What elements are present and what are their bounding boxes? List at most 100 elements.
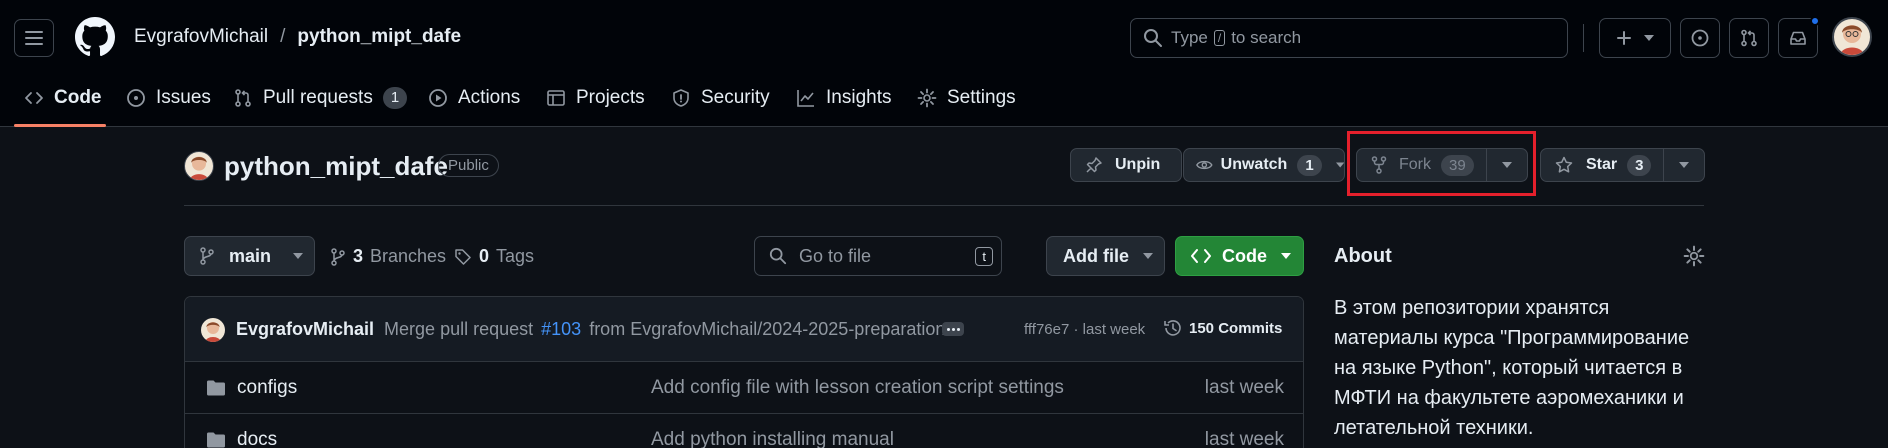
branches-count: 3 xyxy=(353,246,364,266)
tab-projects[interactable]: Projects xyxy=(546,84,645,112)
code-icon xyxy=(25,92,43,104)
commit-message-suffix[interactable]: from EvgrafovMichail/2024-2025-preparati… xyxy=(589,319,954,340)
notification-dot xyxy=(1810,16,1820,26)
breadcrumb: EvgrafovMichail / python_mipt_dafe xyxy=(134,26,461,48)
commit-expand-button[interactable] xyxy=(942,322,964,336)
tab-issues[interactable]: Issues xyxy=(126,84,211,112)
tab-projects-label: Projects xyxy=(576,87,645,108)
star-dropdown[interactable] xyxy=(1664,162,1704,168)
commit-message-prefix[interactable]: Merge pull request xyxy=(384,319,533,340)
avatar-portrait-icon xyxy=(1840,25,1864,55)
branch-selector[interactable]: main xyxy=(184,236,315,276)
add-file-label: Add file xyxy=(1063,245,1129,266)
commits-count: 150 Commits xyxy=(1189,319,1283,337)
create-new-button[interactable] xyxy=(1599,18,1671,58)
commit-message: EvgrafovMichail Merge pull request #103 … xyxy=(236,319,954,340)
git-branch-icon xyxy=(331,247,345,266)
unwatch-button[interactable]: Unwatch 1 xyxy=(1183,148,1345,182)
file-commit-message[interactable]: Add python installing manual xyxy=(651,429,894,448)
inbox-icon xyxy=(1790,31,1806,45)
breadcrumb-repo[interactable]: python_mipt_dafe xyxy=(297,26,461,48)
user-avatar[interactable] xyxy=(1832,17,1872,57)
tab-insights[interactable]: Insights xyxy=(796,84,891,112)
tab-code-underline xyxy=(14,124,106,127)
tag-icon xyxy=(455,248,471,265)
search-shortcut-key: / xyxy=(1213,30,1226,46)
tab-actions-label: Actions xyxy=(458,87,521,108)
tab-security[interactable]: Security xyxy=(671,84,770,112)
add-file-button[interactable]: Add file xyxy=(1046,236,1165,276)
commit-sha-time[interactable]: fff76e7 · last week xyxy=(1024,321,1145,338)
tab-code[interactable]: Code xyxy=(24,84,102,112)
play-icon xyxy=(429,89,447,107)
visibility-badge: Public xyxy=(438,154,499,177)
ellipsis-icon xyxy=(946,327,960,331)
commit-pr-link[interactable]: #103 xyxy=(541,319,581,340)
tab-insights-label: Insights xyxy=(826,87,892,108)
tab-security-label: Security xyxy=(701,87,770,108)
plus-icon xyxy=(1617,31,1631,45)
file-commit-message[interactable]: Add config file with lesson creation scr… xyxy=(651,377,1064,399)
go-to-file-input[interactable]: Go to file t xyxy=(754,236,1002,276)
star-icon xyxy=(1555,156,1573,173)
commit-author[interactable]: EvgrafovMichail xyxy=(236,319,374,340)
about-settings-button[interactable] xyxy=(1683,245,1705,267)
gear-icon xyxy=(917,88,937,108)
go-to-file-placeholder: Go to file xyxy=(799,245,872,266)
file-row[interactable]: docs Add python installing manual last w… xyxy=(184,413,1304,448)
history-icon xyxy=(1164,320,1181,336)
tab-settings-label: Settings xyxy=(947,87,1016,108)
search-input[interactable]: Type / to search xyxy=(1130,18,1568,58)
eye-icon xyxy=(1196,160,1213,170)
folder-icon xyxy=(207,380,225,395)
git-pull-request-icon xyxy=(1741,29,1757,47)
header-divider xyxy=(1583,24,1584,52)
file-name[interactable]: docs xyxy=(237,429,277,448)
star-label: Star xyxy=(1586,156,1618,173)
tab-issues-label: Issues xyxy=(156,87,211,108)
pin-icon xyxy=(1086,157,1102,173)
tab-settings[interactable]: Settings xyxy=(917,84,1016,112)
menu-button[interactable] xyxy=(14,19,54,57)
repo-owner-avatar[interactable] xyxy=(184,151,214,181)
star-button-group: Star 3 xyxy=(1540,148,1705,182)
tab-code-label: Code xyxy=(54,87,102,108)
branches-link[interactable]: 3 Branches xyxy=(330,246,446,267)
tags-label: Tags xyxy=(496,246,535,266)
global-header: EvgrafovMichail / python_mipt_dafe Type … xyxy=(0,0,1888,127)
file-commit-date: last week xyxy=(1204,376,1284,398)
tags-link[interactable]: 0 Tags xyxy=(454,246,534,267)
unpin-button[interactable]: Unpin xyxy=(1070,148,1182,182)
caret-down-icon xyxy=(293,253,304,259)
breadcrumb-owner[interactable]: EvgrafovMichail xyxy=(134,26,268,48)
git-pull-request-icon xyxy=(235,89,251,107)
github-mark-icon xyxy=(75,17,115,57)
file-row[interactable]: configs Add config file with lesson crea… xyxy=(184,361,1304,413)
repo-title[interactable]: python_mipt_dafe xyxy=(224,151,448,182)
graph-icon xyxy=(797,90,814,107)
search-icon xyxy=(769,247,787,265)
caret-down-icon xyxy=(1281,253,1291,259)
file-name[interactable]: configs xyxy=(237,377,297,399)
commit-author-avatar[interactable] xyxy=(201,318,225,342)
file-commit-date: last week xyxy=(1204,428,1284,448)
code-icon xyxy=(1191,249,1211,263)
tab-actions[interactable]: Actions xyxy=(428,84,520,112)
code-button[interactable]: Code xyxy=(1175,236,1304,276)
folder-icon xyxy=(207,432,225,447)
git-branch-icon xyxy=(200,247,214,265)
commits-history-link[interactable]: 150 Commits xyxy=(1163,318,1282,338)
tab-pull-requests[interactable]: Pull requests 1 xyxy=(233,84,408,112)
branches-label: Branches xyxy=(370,246,447,266)
branch-name: main xyxy=(229,245,272,266)
hamburger-icon xyxy=(25,31,43,45)
pull-requests-button[interactable] xyxy=(1729,18,1769,58)
github-logo[interactable] xyxy=(75,17,115,57)
star-button[interactable]: Star 3 xyxy=(1541,149,1664,181)
issues-button[interactable] xyxy=(1680,18,1720,58)
issue-opened-icon xyxy=(1691,29,1709,47)
caret-down-icon xyxy=(1679,162,1689,168)
caret-down-icon xyxy=(1644,35,1654,41)
watch-count: 1 xyxy=(1297,154,1322,176)
inbox-button[interactable] xyxy=(1778,16,1820,58)
